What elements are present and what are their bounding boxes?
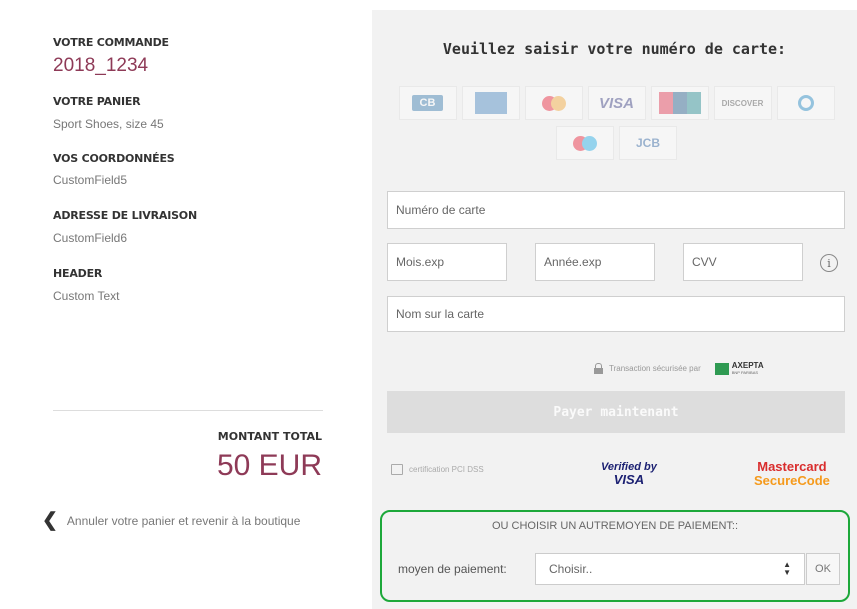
ok-button[interactable]: OK — [806, 553, 840, 585]
cart-value: Sport Shoes, size 45 — [53, 117, 164, 131]
payment-panel: Veuillez saisir votre numéro de carte: C… — [372, 10, 857, 609]
cancel-cart-label: Annuler votre panier et revenir à la bou… — [66, 513, 301, 528]
card-logos: CB VISA DISCOVER JCB — [394, 86, 839, 160]
cart-title: VOTRE PANIER — [53, 95, 141, 108]
exp-month-input[interactable]: Mois.exp — [387, 243, 507, 281]
delivery-title: ADRESSE DE LIVRAISON — [53, 209, 197, 222]
alternative-payment-box: OU CHOISIR UN AUTREMOYEN DE PAIEMENT:: m… — [380, 510, 850, 602]
discover-logo: DISCOVER — [713, 86, 772, 120]
pci-certification: certification PCI DSS — [391, 464, 484, 475]
header-title: HEADER — [53, 267, 103, 280]
cb-logo: CB — [398, 86, 457, 120]
cvv-input[interactable]: CVV — [683, 243, 803, 281]
visa-logo: VISA — [587, 86, 646, 120]
cardholder-name-input[interactable]: Nom sur la carte — [387, 296, 845, 332]
diners-logo — [776, 86, 835, 120]
pci-text: certification PCI DSS — [409, 465, 484, 474]
lock-icon — [594, 363, 603, 374]
alternative-payment-title: OU CHOISIR UN AUTREMOYEN DE PAIEMENT:: — [491, 520, 739, 532]
header-value: Custom Text — [53, 289, 120, 303]
contact-title: VOS COORDONNÉES — [53, 152, 175, 165]
total-label: MONTANT TOTAL — [217, 430, 322, 443]
verified-by-visa-logo: Verified by VISA — [601, 461, 657, 487]
jcb-logo: JCB — [619, 126, 677, 160]
unionpay-logo — [650, 86, 709, 120]
payment-method-selected: Choisir.. — [549, 562, 593, 576]
mastercard-logo — [524, 86, 583, 120]
payment-title: Veuillez saisir votre numéro de carte: — [442, 40, 787, 58]
select-arrows-icon: ▲ ▼ — [783, 560, 791, 577]
delivery-value: CustomField6 — [53, 231, 128, 245]
order-number: 2018_1234 — [53, 55, 149, 76]
payment-method-label: moyen de paiement: — [398, 562, 507, 576]
chevron-left-icon: ❮ — [42, 510, 58, 531]
exp-year-input[interactable]: Année.exp — [535, 243, 655, 281]
axepta-logo: AXEPTA BNP PARIBAS — [714, 362, 764, 375]
pay-now-button[interactable]: Payer maintenant — [387, 391, 845, 433]
secure-transaction: Transaction sécurisée par AXEPTA BNP PAR… — [594, 362, 764, 375]
summary-divider — [53, 410, 323, 411]
card-number-input[interactable]: Numéro de carte — [387, 191, 845, 229]
total-amount: 50 EUR — [216, 449, 322, 482]
order-summary-panel: VOTRE COMMANDE 2018_1234 VOTRE PANIER Sp… — [0, 0, 372, 609]
secure-text: Transaction sécurisée par — [609, 364, 701, 373]
maestro-logo — [556, 126, 614, 160]
contact-value: CustomField5 — [53, 173, 128, 187]
certificate-icon — [391, 464, 403, 475]
amex-logo — [461, 86, 520, 120]
payment-method-select[interactable]: Choisir.. ▲ ▼ — [535, 553, 805, 585]
axepta-mark-icon — [714, 362, 729, 375]
info-icon[interactable]: i — [820, 254, 838, 272]
cancel-cart-link[interactable]: ❮ Annuler votre panier et revenir à la b… — [42, 511, 300, 530]
order-title: VOTRE COMMANDE — [53, 36, 169, 49]
mastercard-securecode-logo: Mastercard SecureCode — [754, 459, 830, 488]
